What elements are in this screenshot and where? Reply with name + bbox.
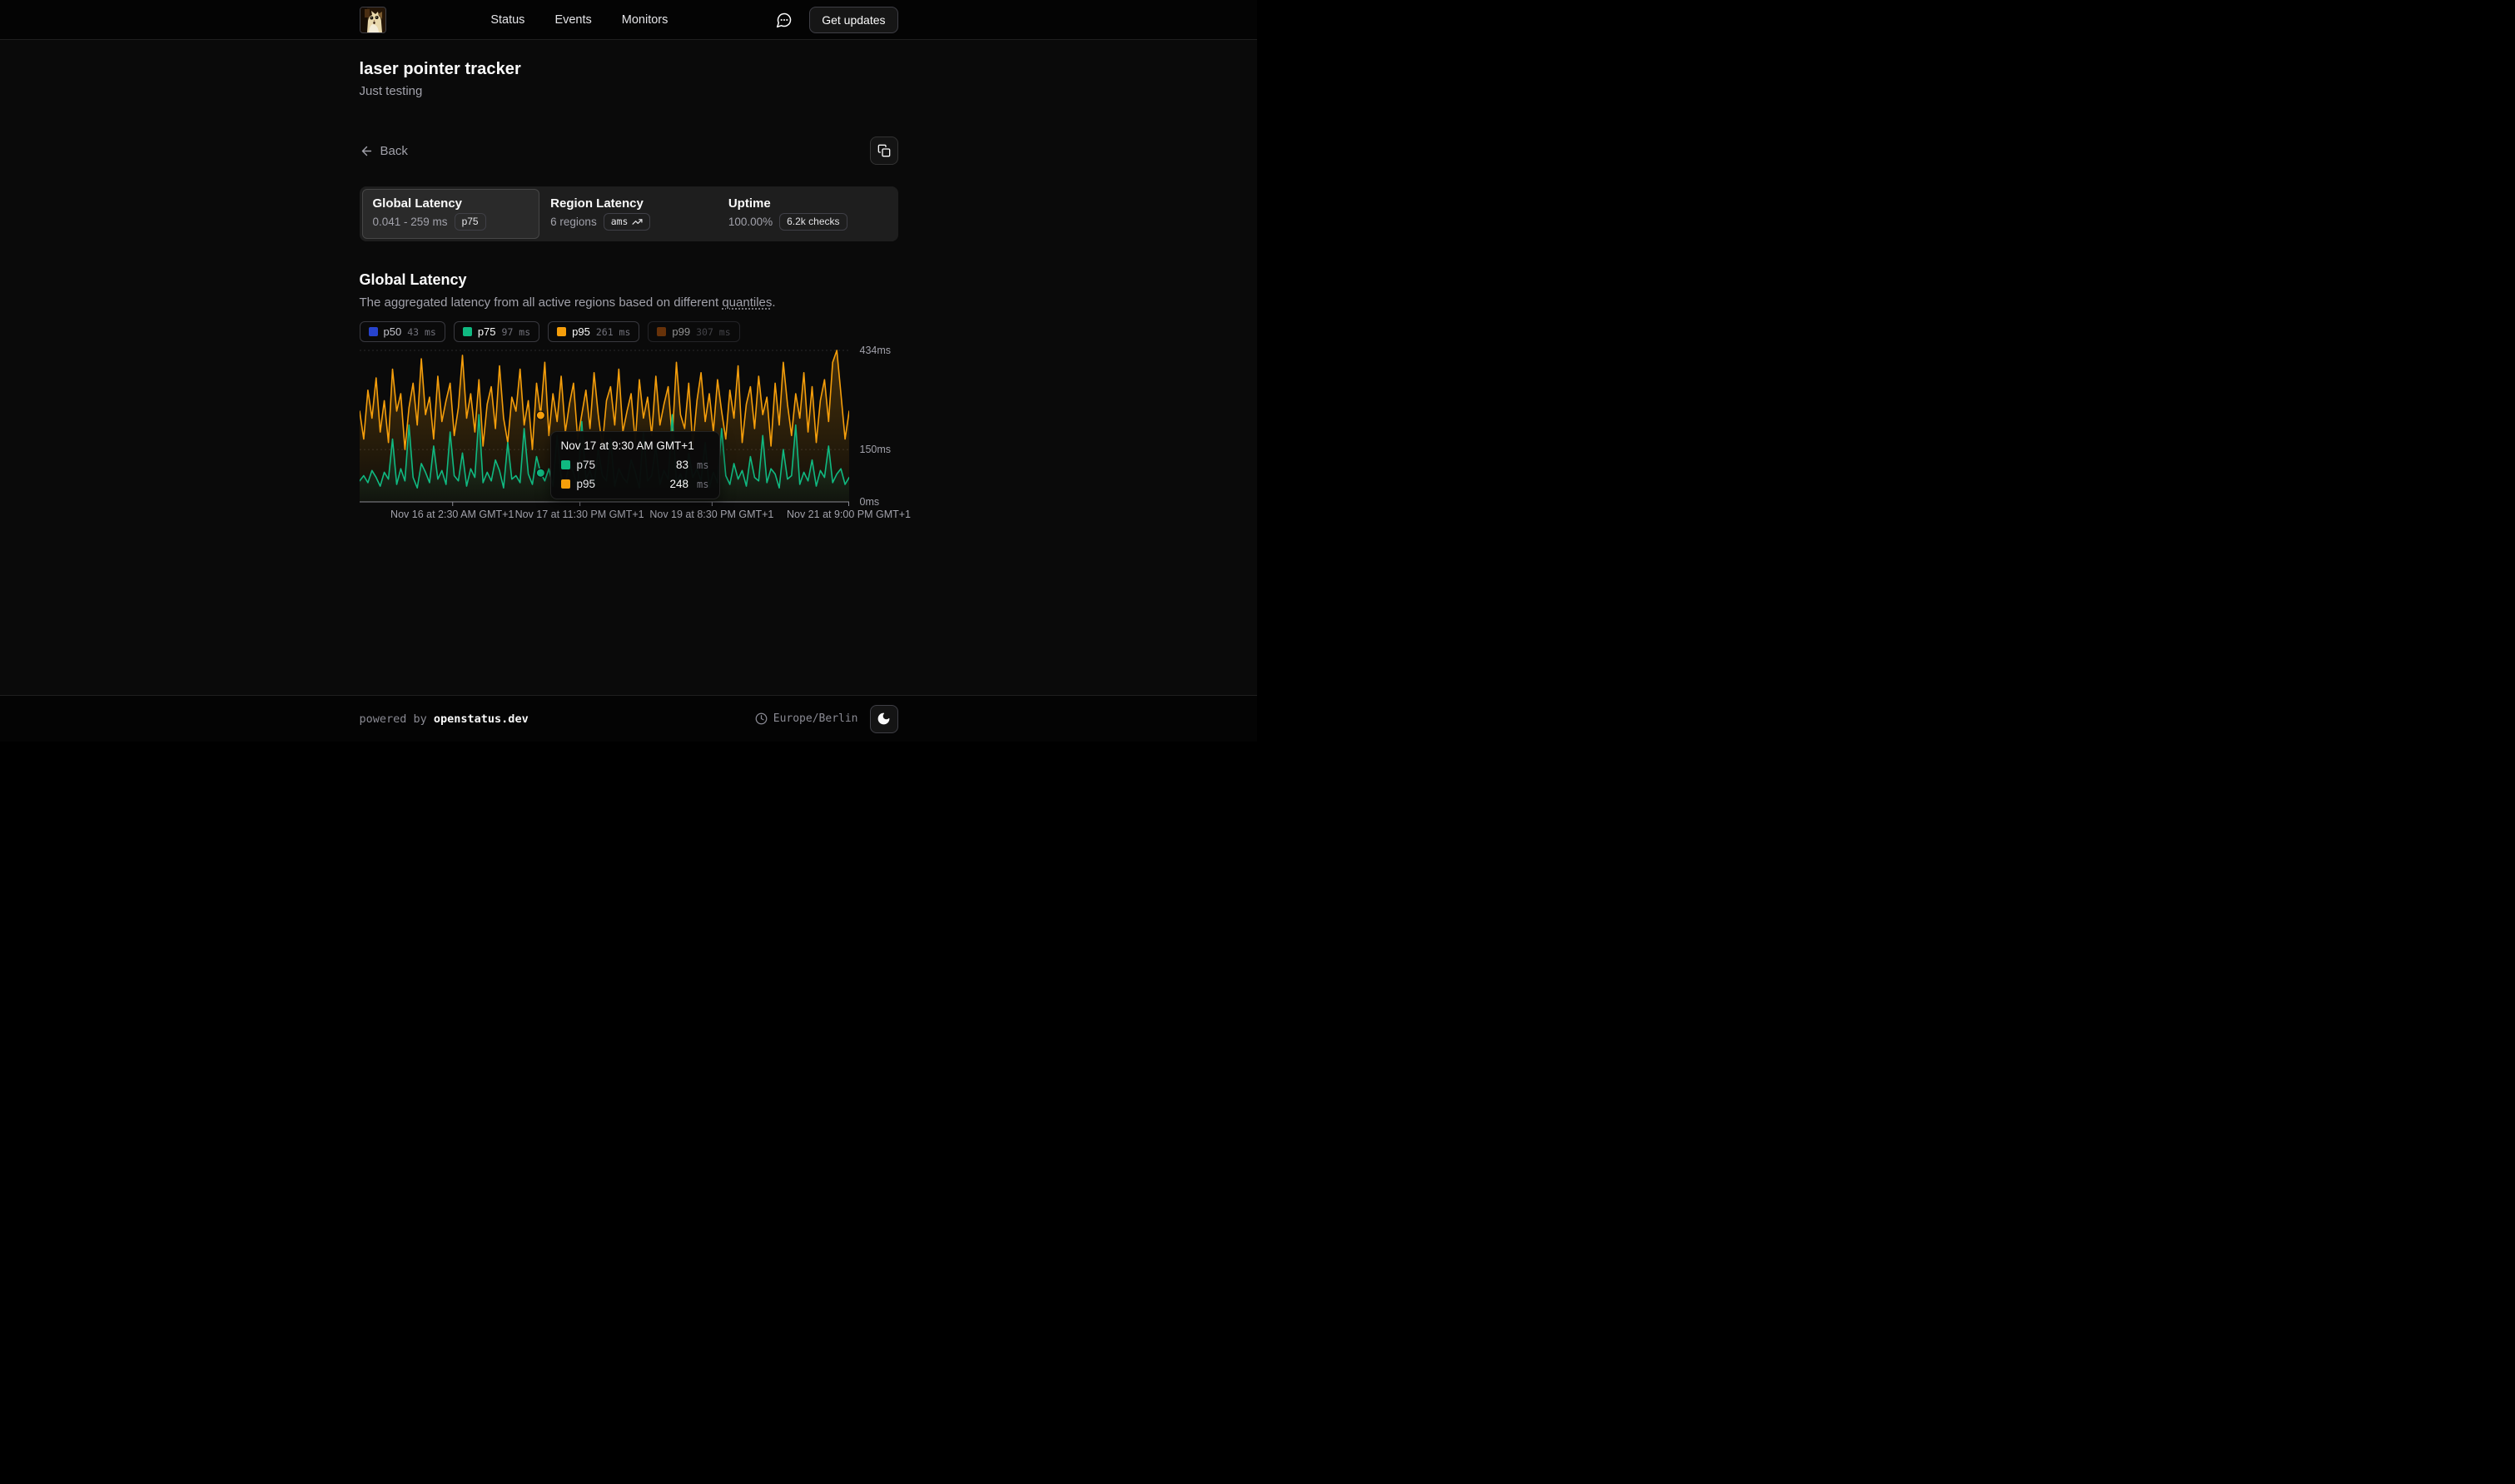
tab-uptime[interactable]: Uptime 100.00% 6.2k checks xyxy=(718,189,896,239)
get-updates-button[interactable]: Get updates xyxy=(809,7,897,33)
tab-title: Uptime xyxy=(728,196,885,211)
section-title: Global Latency xyxy=(360,271,898,289)
legend-chip-p75[interactable]: p75 97 ms xyxy=(454,321,539,342)
x-tick-label: Nov 16 at 2:30 AM GMT+1 xyxy=(390,509,514,520)
tooltip-p75-swatch xyxy=(561,460,570,469)
powered-by: powered by openstatus.dev xyxy=(360,712,529,726)
copy-icon xyxy=(877,144,891,157)
message-circle-icon xyxy=(776,12,793,28)
p99-swatch xyxy=(657,327,666,336)
tab-value: 100.00% xyxy=(728,216,773,228)
status-page: Status Events Monitors Get updates laser… xyxy=(0,0,1257,742)
tooltip-row-p75: p75 83ms xyxy=(561,459,709,471)
site-logo[interactable] xyxy=(360,7,386,33)
page-title: laser pointer tracker xyxy=(360,60,898,79)
tooltip-title: Nov 17 at 9:30 AM GMT+1 xyxy=(561,439,709,452)
p95-swatch xyxy=(557,327,566,336)
tab-value: 6 regions xyxy=(550,216,597,228)
tab-region-latency[interactable]: Region Latency 6 regions ams xyxy=(539,189,718,239)
p50-swatch xyxy=(369,327,378,336)
y-tick-label: 434ms xyxy=(860,345,892,356)
p75-swatch xyxy=(463,327,472,336)
tab-title: Global Latency xyxy=(373,196,529,211)
legend-chip-p99[interactable]: p99 307 ms xyxy=(648,321,739,342)
chart-tooltip: Nov 17 at 9:30 AM GMT+1 p75 83ms p95 248… xyxy=(550,431,720,499)
tab-global-latency[interactable]: Global Latency 0.041 - 259 ms p75 xyxy=(362,189,540,239)
legend-chip-p50[interactable]: p50 43 ms xyxy=(360,321,445,342)
y-tick-label: 0ms xyxy=(860,496,880,508)
copy-link-button[interactable] xyxy=(870,136,898,165)
y-tick-label: 150ms xyxy=(860,444,892,455)
back-button[interactable]: Back xyxy=(360,144,408,158)
x-tick-label: Nov 19 at 8:30 PM GMT+1 xyxy=(649,509,773,520)
primary-nav: Status Events Monitors xyxy=(386,13,773,27)
cat-logo-image xyxy=(360,7,385,32)
nav-link-monitors[interactable]: Monitors xyxy=(622,13,669,27)
clock-icon xyxy=(755,712,768,725)
tooltip-p95-swatch xyxy=(561,479,570,489)
page-footer: powered by openstatus.dev Europe/Berlin xyxy=(0,695,1257,742)
trending-up-icon xyxy=(632,216,643,227)
tab-title: Region Latency xyxy=(550,196,707,211)
arrow-left-icon xyxy=(360,144,374,158)
x-tick-label: Nov 17 at 11:30 PM GMT+1 xyxy=(515,509,644,520)
region-badge: ams xyxy=(604,213,651,231)
page-subtitle: Just testing xyxy=(360,84,898,98)
metric-tabs: Global Latency 0.041 - 259 ms p75 Region… xyxy=(360,186,898,241)
openstatus-link[interactable]: openstatus.dev xyxy=(434,712,529,726)
chart-legend: p50 43 ms p75 97 ms p95 261 ms p99 307 m… xyxy=(360,321,898,342)
legend-chip-p95[interactable]: p95 261 ms xyxy=(548,321,639,342)
top-nav: Status Events Monitors Get updates xyxy=(0,0,1257,40)
nav-link-events[interactable]: Events xyxy=(554,13,591,27)
latency-chart[interactable]: 434ms150ms0ms Nov 16 at 2:30 AM GMT+1Nov… xyxy=(360,349,898,528)
theme-toggle-button[interactable] xyxy=(870,705,898,733)
nav-link-status[interactable]: Status xyxy=(490,13,524,27)
checks-badge: 6.2k checks xyxy=(779,213,847,231)
main-area: laser pointer tracker Just testing Back xyxy=(0,40,1257,695)
timezone: Europe/Berlin xyxy=(755,712,858,725)
x-tick-label: Nov 21 at 9:00 PM GMT+1 xyxy=(787,509,911,520)
tab-value: 0.041 - 259 ms xyxy=(373,216,448,228)
moon-icon xyxy=(877,712,891,726)
back-label: Back xyxy=(380,144,408,158)
feedback-button[interactable] xyxy=(773,8,796,32)
quantiles-link[interactable]: quantiles xyxy=(722,295,772,310)
x-axis-labels: Nov 16 at 2:30 AM GMT+1Nov 17 at 11:30 P… xyxy=(360,509,849,524)
quantile-badge: p75 xyxy=(455,213,486,231)
tooltip-row-p95: p95 248ms xyxy=(561,478,709,490)
section-description: The aggregated latency from all active r… xyxy=(360,295,898,310)
